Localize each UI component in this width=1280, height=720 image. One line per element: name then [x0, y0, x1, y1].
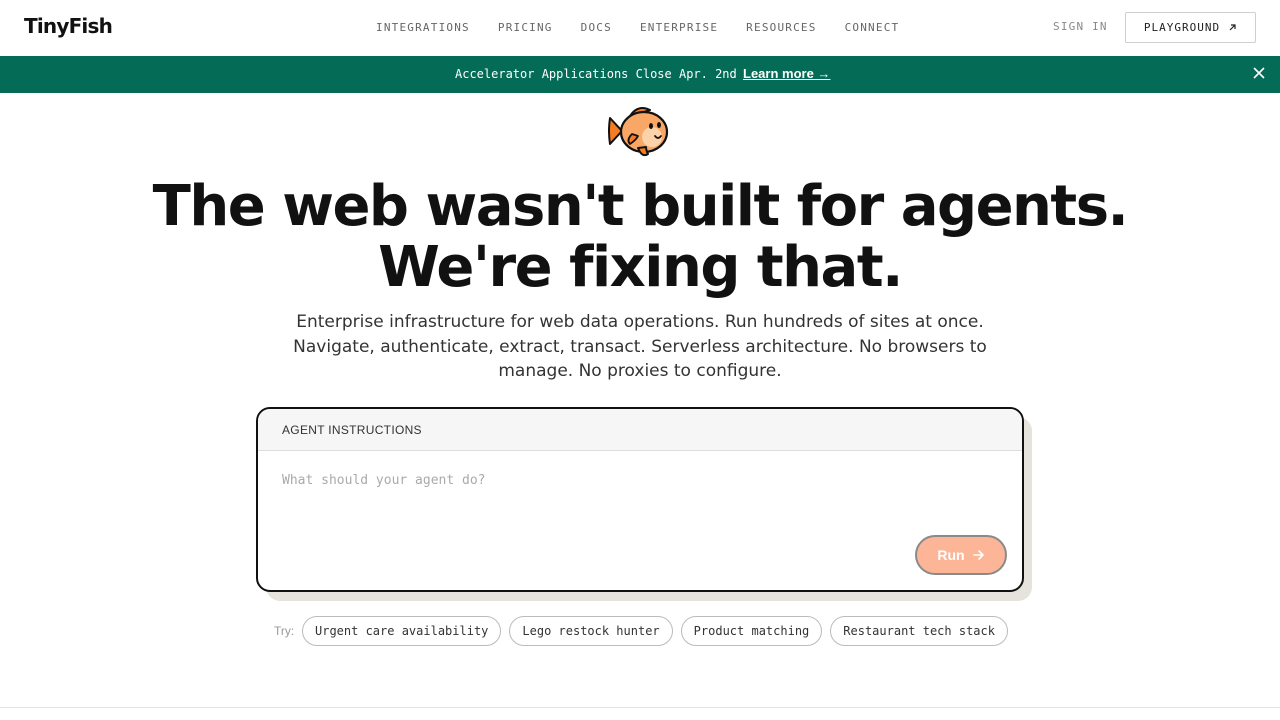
banner-text: Accelerator Applications Close Apr. 2nd [455, 67, 737, 81]
chip-restaurant-tech[interactable]: Restaurant tech stack [830, 616, 1008, 646]
playground-button[interactable]: PLAYGROUND [1125, 12, 1256, 43]
playground-label: PLAYGROUND [1143, 21, 1221, 34]
agent-instructions-card: AGENT INSTRUCTIONS Run [256, 407, 1024, 592]
section-divider [0, 707, 1280, 708]
example-chips: Urgent care availability Lego restock hu… [302, 616, 1008, 646]
run-label: Run [937, 547, 965, 563]
learn-more-link[interactable]: Learn more → [743, 66, 830, 81]
nav-pricing[interactable]: PRICING [498, 21, 553, 34]
sign-in-link[interactable]: SIGN IN [1053, 20, 1108, 33]
announcement-banner: Accelerator Applications Close Apr. 2nd … [0, 56, 1280, 93]
close-icon[interactable] [1251, 65, 1267, 81]
fish-mascot-icon [608, 107, 669, 157]
hero-subtitle: Enterprise infrastructure for web data o… [293, 312, 987, 381]
nav-connect[interactable]: CONNECT [845, 21, 900, 34]
arrow-right-icon [972, 550, 984, 560]
logo[interactable]: TinyFish [24, 14, 113, 38]
nav-integrations[interactable]: INTEGRATIONS [376, 21, 470, 34]
nav-resources[interactable]: RESOURCES [746, 21, 816, 34]
run-button[interactable]: Run [915, 535, 1007, 575]
arrow-up-right-icon [1229, 24, 1236, 31]
nav-docs[interactable]: DOCS [581, 21, 612, 34]
nav-enterprise[interactable]: ENTERPRISE [640, 21, 718, 34]
chip-urgent-care[interactable]: Urgent care availability [302, 616, 502, 646]
agent-instructions-input[interactable] [282, 473, 882, 488]
chip-lego-restock[interactable]: Lego restock hunter [509, 616, 673, 646]
agent-instructions-header: AGENT INSTRUCTIONS [258, 409, 1022, 451]
hero-title-line1: The web wasn't built for agents. [152, 174, 1129, 239]
chip-product-matching[interactable]: Product matching [680, 616, 823, 646]
try-label: Try: [274, 624, 295, 638]
site-header: TinyFish INTEGRATIONS PRICING DOCS ENTER… [0, 0, 1280, 56]
main-nav: INTEGRATIONS PRICING DOCS ENTERPRISE RES… [376, 21, 927, 34]
hero-title: The web wasn't built for agents. We're f… [0, 176, 1280, 298]
hero-title-line2: We're fixing that. [378, 235, 903, 300]
